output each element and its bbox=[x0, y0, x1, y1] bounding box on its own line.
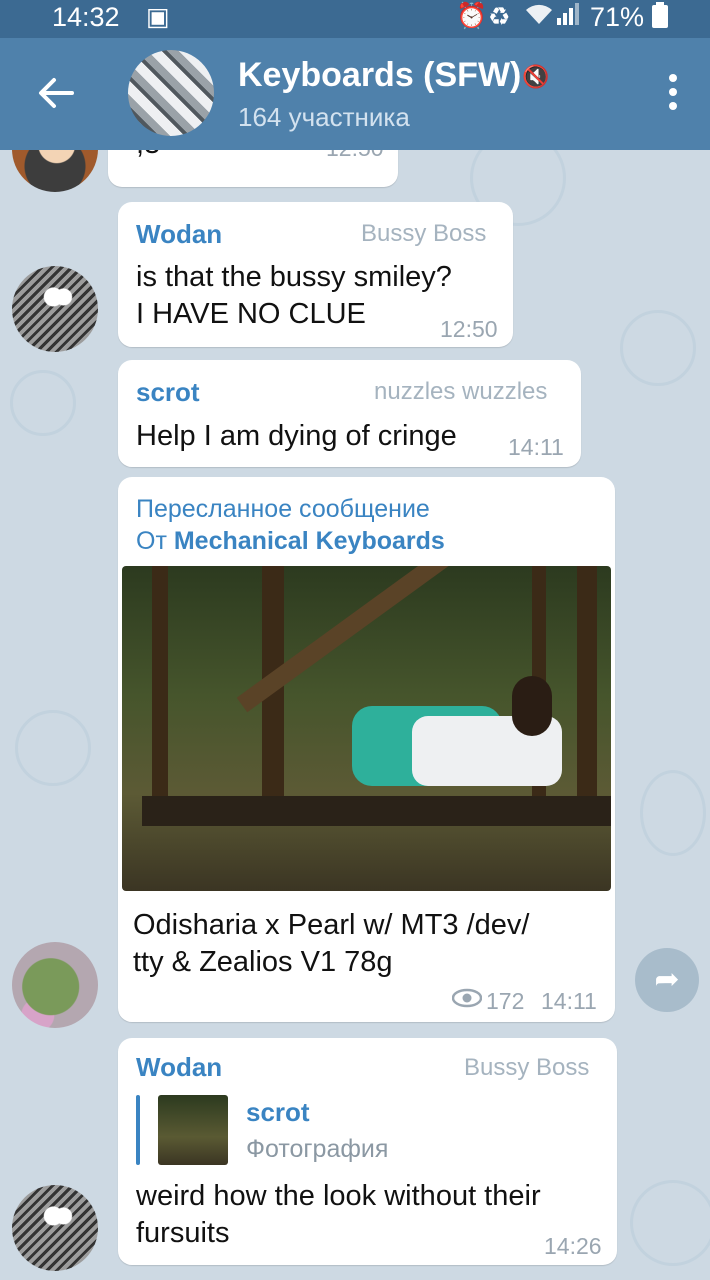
view-count: 172 bbox=[486, 988, 525, 1014]
sender-rank: Bussy Boss bbox=[464, 1054, 590, 1081]
wifi-icon bbox=[524, 2, 554, 33]
message-time: 14:11 bbox=[541, 988, 597, 1014]
message-list[interactable]: ;3 12:50 Wodan Bussy Boss is that the bu… bbox=[0, 150, 710, 1280]
message-text: is that the bussy smiley? I HAVE NO CLUE bbox=[136, 259, 452, 333]
message-bubble[interactable]: scrot nuzzles wuzzles Help I am dying of… bbox=[118, 360, 581, 467]
alarm-icon: ⏰ bbox=[456, 2, 488, 30]
reply-sender[interactable]: scrot bbox=[246, 1097, 310, 1128]
arrow-left-icon bbox=[39, 78, 74, 108]
message-bubble[interactable]: Wodan Bussy Boss scrot Фотография weird … bbox=[118, 1038, 617, 1265]
chat-header: Keyboards (SFW) 🔇 164 участника bbox=[0, 38, 710, 150]
forwarded-from-channel[interactable]: Mechanical Keyboards bbox=[174, 527, 445, 555]
message-line: is that the bussy smiley? bbox=[136, 261, 452, 293]
more-vertical-icon bbox=[669, 74, 677, 82]
more-menu-button[interactable] bbox=[656, 70, 690, 116]
message-text: weird how the look without their fursuit… bbox=[136, 1178, 541, 1252]
mute-icon: ♻ bbox=[488, 3, 511, 31]
message-time: 14:26 bbox=[544, 1233, 602, 1259]
image-icon: ▣ bbox=[146, 3, 170, 31]
message-text: ;3 bbox=[136, 150, 160, 163]
chat-avatar[interactable] bbox=[128, 50, 214, 136]
forwarded-label: Пересланное сообщение bbox=[136, 495, 430, 523]
member-count: 164 участника bbox=[238, 102, 410, 132]
message-time: 12:50 bbox=[326, 150, 384, 162]
chat-title[interactable]: Keyboards (SFW) bbox=[238, 56, 521, 95]
background-doodle bbox=[15, 710, 91, 786]
avatar[interactable] bbox=[12, 150, 98, 192]
forwarded-from[interactable]: От Mechanical Keyboards bbox=[136, 527, 445, 556]
sender-rank: Bussy Boss bbox=[361, 220, 487, 247]
message-text: Help I am dying of cringe bbox=[136, 420, 457, 452]
message-bubble[interactable]: Wodan Bussy Boss is that the bussy smile… bbox=[118, 202, 513, 347]
avatar[interactable] bbox=[12, 942, 98, 1028]
forwarded-message-bubble[interactable]: Пересланное сообщение От Mechanical Keyb… bbox=[118, 477, 615, 1022]
caption-line: Odisharia x Pearl w/ MT3 /dev/ bbox=[133, 909, 530, 941]
message-bubble[interactable]: ;3 12:50 bbox=[108, 150, 398, 187]
message-time: 12:50 bbox=[440, 316, 498, 342]
message-line: I HAVE NO CLUE bbox=[136, 298, 366, 330]
sender-name[interactable]: Wodan bbox=[136, 1052, 222, 1083]
background-doodle bbox=[630, 1180, 710, 1266]
caption-line: tty & Zealios V1 78g bbox=[133, 946, 393, 978]
share-button[interactable]: ➦ bbox=[635, 948, 699, 1012]
background-doodle bbox=[10, 370, 76, 436]
background-doodle bbox=[640, 770, 706, 856]
muted-speaker-icon: 🔇 bbox=[522, 64, 550, 89]
forwarded-from-prefix: От bbox=[136, 527, 167, 555]
message-line: weird how the look without their bbox=[136, 1180, 541, 1212]
signal-icon bbox=[556, 2, 580, 33]
reply-indicator bbox=[136, 1095, 140, 1165]
avatar[interactable] bbox=[12, 266, 98, 352]
reply-thumbnail[interactable] bbox=[158, 1095, 228, 1165]
reply-type: Фотография bbox=[246, 1135, 389, 1163]
message-line: fursuits bbox=[136, 1217, 230, 1249]
back-button[interactable] bbox=[30, 62, 82, 124]
sender-rank: nuzzles wuzzles bbox=[374, 378, 548, 405]
status-time: 14:32 bbox=[52, 2, 120, 32]
sender-name[interactable]: Wodan bbox=[136, 219, 222, 250]
battery-percent: 71% bbox=[590, 2, 645, 32]
avatar[interactable] bbox=[12, 1185, 98, 1271]
eye-icon bbox=[451, 987, 483, 1015]
background-doodle bbox=[620, 310, 696, 386]
sender-name[interactable]: scrot bbox=[136, 377, 200, 408]
photo-caption: Odisharia x Pearl w/ MT3 /dev/ tty & Zea… bbox=[133, 907, 529, 981]
status-bar: 14:32 ▣ ⏰ ♻ 71% bbox=[0, 0, 710, 38]
share-arrow-icon: ➦ bbox=[654, 963, 680, 996]
photo[interactable] bbox=[122, 566, 611, 891]
message-time: 14:11 bbox=[508, 434, 564, 460]
battery-icon bbox=[652, 2, 668, 35]
